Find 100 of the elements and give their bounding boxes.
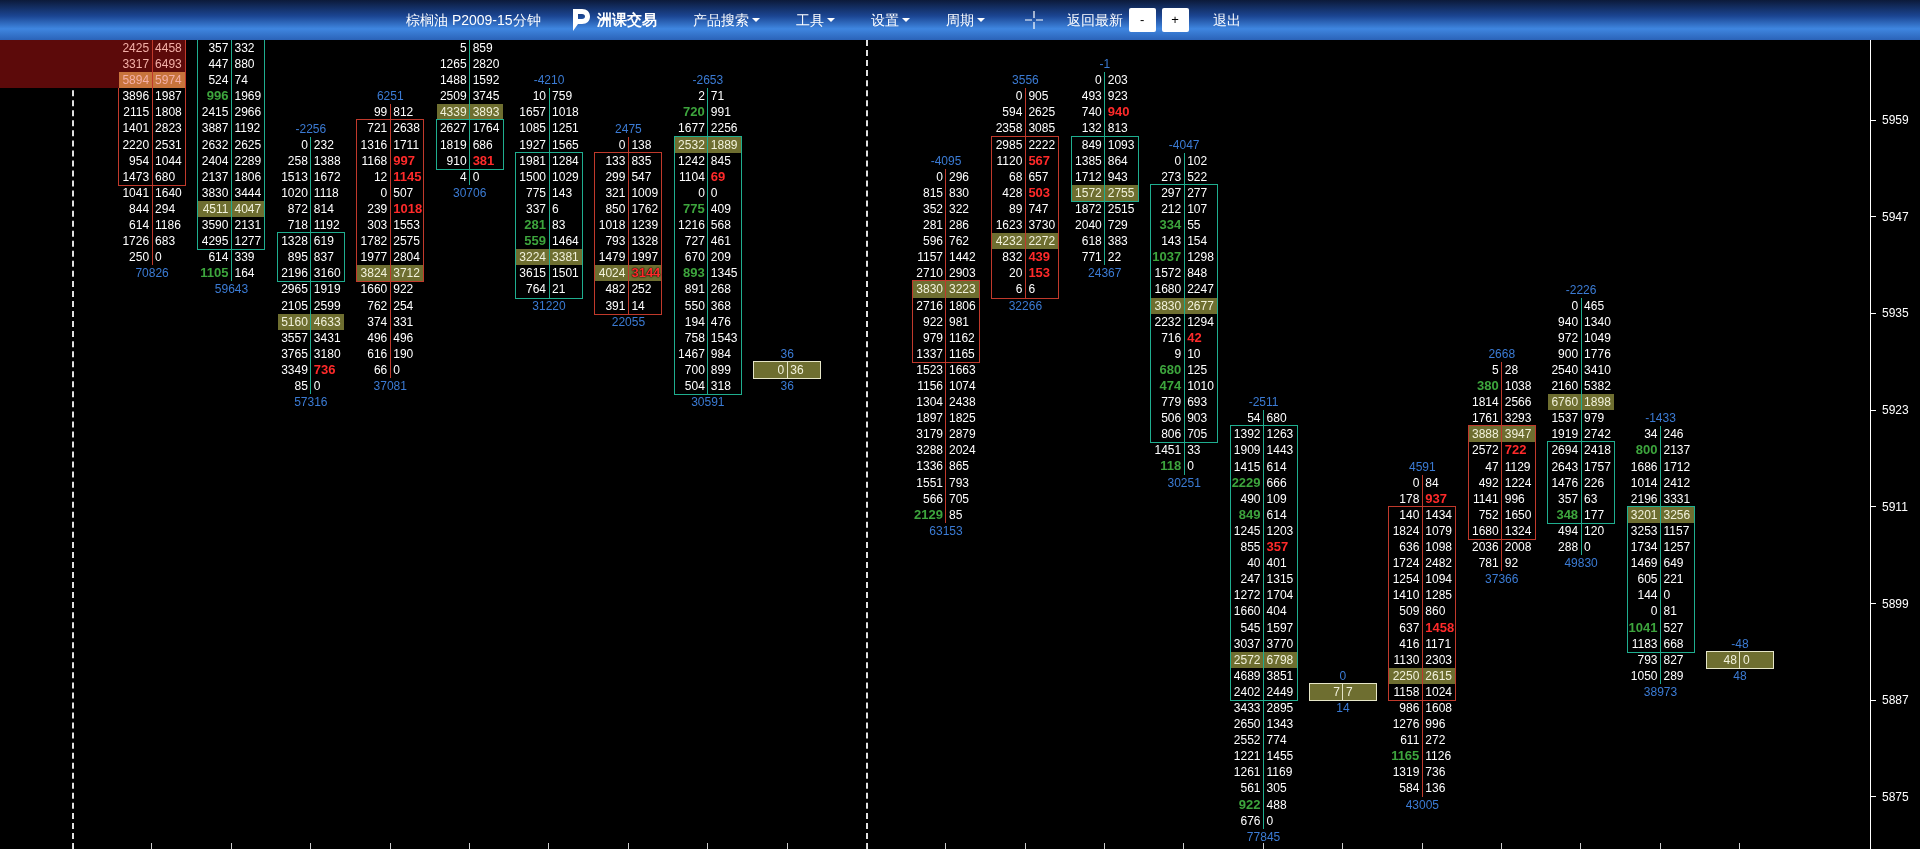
- ask-volume: 1663: [948, 361, 977, 378]
- bid-volume: 10: [531, 88, 548, 105]
- bid-volume: 636: [1398, 539, 1421, 556]
- bid-volume: 800: [1634, 442, 1659, 459]
- bid-volume: 66: [372, 361, 389, 378]
- ask-volume: 2289: [233, 152, 263, 169]
- ask-volume: 680: [1265, 410, 1288, 427]
- bid-volume: 781: [1477, 555, 1500, 572]
- bid-volume: 1551: [915, 474, 944, 491]
- bid-volume: 303: [366, 217, 389, 234]
- delta-label: -2226: [1565, 281, 1597, 298]
- bid-volume: 793: [1636, 651, 1659, 668]
- bid-volume: 1479: [597, 249, 627, 266]
- ask-volume: 693: [1186, 394, 1209, 411]
- bid-volume: 1467: [677, 345, 706, 362]
- bid-volume: 34: [1643, 426, 1659, 443]
- bid-volume: 637: [1398, 619, 1421, 636]
- ask-volume: 4633: [310, 313, 344, 330]
- ask-volume: 69: [709, 168, 727, 185]
- ask-volume: 2024: [948, 442, 977, 459]
- delta-label: 4591: [1409, 458, 1436, 475]
- ask-volume: 1343: [1265, 716, 1295, 733]
- ask-volume: 286: [948, 217, 970, 234]
- ask-volume: 5382: [1583, 378, 1612, 395]
- ask-volume: 835: [630, 152, 653, 169]
- bid-volume: 972: [1557, 329, 1580, 346]
- bid-volume: 348: [1555, 506, 1580, 523]
- ask-volume: 880: [233, 56, 256, 73]
- ask-volume: 1712: [1662, 458, 1692, 475]
- ask-volume: 6798: [1263, 651, 1297, 668]
- ask-volume: 1388: [312, 152, 342, 169]
- bid-volume: 2627: [438, 120, 468, 137]
- toolbar-link[interactable]: 返回最新: [1066, 9, 1123, 31]
- bid-volume: 1245: [1232, 522, 1262, 540]
- ask-volume: 1145: [392, 168, 423, 185]
- ask-volume: 1764: [471, 120, 501, 137]
- ask-volume: 2008: [1503, 539, 1533, 556]
- bid-volume: 2965: [280, 281, 309, 298]
- menu-button[interactable]: 周期: [945, 9, 985, 31]
- bid-volume: 676: [1239, 812, 1262, 829]
- ask-volume: 899: [709, 361, 732, 378]
- bid-volume: 2985: [994, 136, 1024, 153]
- ask-volume: 668: [1662, 635, 1685, 652]
- price-label: 5899: [1882, 595, 1909, 613]
- ask-volume: 2131: [233, 217, 263, 234]
- bid-volume: 895: [286, 249, 309, 266]
- zoom-button[interactable]: -: [1128, 8, 1156, 32]
- ask-volume: 7: [1342, 684, 1376, 701]
- total-volume: 36: [780, 378, 794, 395]
- ask-volume: 1018: [392, 200, 424, 218]
- toolbar-link[interactable]: 退出: [1212, 9, 1241, 31]
- ask-volume: 2823: [154, 120, 183, 137]
- bid-volume: 144: [1636, 587, 1659, 604]
- ask-volume: 503: [1027, 184, 1052, 201]
- ask-volume: 2482: [1424, 555, 1454, 572]
- total-volume: 77845: [1246, 828, 1281, 845]
- ask-volume: 814: [312, 200, 335, 218]
- ask-volume: 522: [1186, 168, 1209, 185]
- total-volume: 14: [1336, 700, 1350, 717]
- bid-volume: 3224: [516, 249, 550, 266]
- menu-button[interactable]: 工具: [795, 9, 835, 31]
- menu-button[interactable]: 产品搜索: [692, 9, 760, 31]
- bid-volume: 490: [1239, 490, 1262, 507]
- ask-volume: 33: [1186, 442, 1202, 459]
- total-volume: 30706: [452, 184, 487, 201]
- bid-volume: 893: [682, 265, 706, 282]
- bid-volume: 815: [921, 184, 944, 201]
- bid-volume: 1183: [1630, 635, 1659, 652]
- bid-volume: 1337: [915, 345, 944, 362]
- total-volume: 22055: [611, 313, 646, 330]
- crosshair-icon[interactable]: [1024, 11, 1043, 29]
- ask-volume: 922: [392, 281, 415, 298]
- delta-label: -2653: [692, 72, 724, 89]
- ask-volume: 991: [709, 104, 732, 121]
- menu-button[interactable]: 设置: [870, 9, 910, 31]
- ask-volume: 1093: [1106, 136, 1136, 153]
- bid-volume: 1041: [121, 184, 151, 201]
- ask-volume: 1340: [1583, 313, 1612, 330]
- bid-volume: 2036: [1471, 539, 1500, 556]
- price-label: 5959: [1882, 112, 1909, 129]
- total-volume: 48: [1733, 667, 1747, 684]
- ask-volume: 1592: [471, 72, 501, 89]
- bid-volume: 1919: [1550, 426, 1580, 443]
- bid-volume: 2552: [1232, 732, 1262, 749]
- ask-volume: 55: [1186, 217, 1202, 234]
- ask-volume: 680: [154, 168, 177, 185]
- bid-volume: 718: [286, 217, 309, 234]
- total-volume: 70826: [135, 265, 169, 282]
- ask-volume: 0: [1583, 539, 1592, 556]
- ask-volume: 2742: [1583, 426, 1612, 443]
- bid-volume: 605: [1636, 571, 1659, 588]
- ask-volume: 984: [709, 345, 732, 362]
- total-volume: 31220: [532, 297, 566, 314]
- delta-label: -4210: [533, 72, 565, 89]
- zoom-button[interactable]: +: [1161, 8, 1189, 32]
- bid-volume: 1265: [438, 56, 468, 73]
- bid-volume: 1537: [1550, 410, 1580, 427]
- logo-text: 洲课交易: [596, 9, 657, 30]
- ask-volume: 5974: [152, 72, 186, 89]
- bid-volume: 334: [1158, 217, 1183, 234]
